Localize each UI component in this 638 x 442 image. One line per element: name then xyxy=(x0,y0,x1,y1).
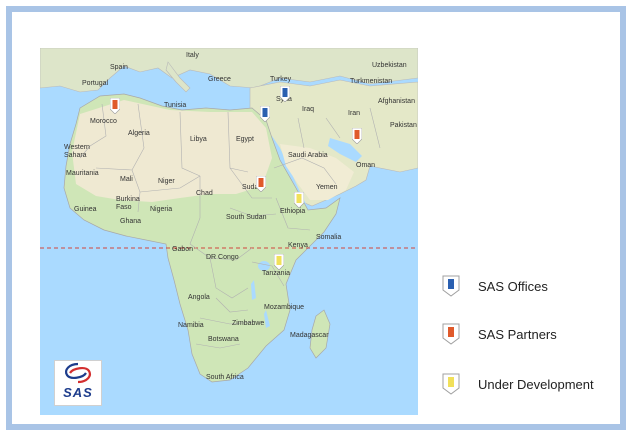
sas-logo: SAS xyxy=(54,360,102,406)
legend-label-partners: SAS Partners xyxy=(478,326,557,342)
partner-marker-morocco[interactable] xyxy=(110,98,120,114)
legend-item-offices: SAS Offices xyxy=(442,274,548,298)
africa-map[interactable]: Spain Italy Portugal Greece Turkey Uzbek… xyxy=(40,48,418,415)
partner-pin-icon xyxy=(442,323,460,345)
legend-label-development: Under Development xyxy=(478,376,594,392)
development-marker-tanzania[interactable] xyxy=(274,254,284,270)
development-pin-icon xyxy=(442,373,460,395)
partner-marker-uae[interactable] xyxy=(352,128,362,144)
legend-label-offices: SAS Offices xyxy=(478,278,548,294)
slide-frame: Spain Italy Portugal Greece Turkey Uzbek… xyxy=(6,6,626,430)
legend-item-partners: SAS Partners xyxy=(442,322,557,346)
development-marker-ethiopia[interactable] xyxy=(294,192,304,208)
map-legend: SAS Offices SAS Partners Under Developme… xyxy=(442,274,620,424)
sas-logo-text: SAS xyxy=(63,385,93,400)
legend-item-development: Under Development xyxy=(442,372,594,396)
office-pin-icon xyxy=(442,275,460,297)
office-marker-egypt[interactable] xyxy=(260,106,270,122)
office-marker-turkey[interactable] xyxy=(280,86,290,102)
sas-logo-swirl-icon xyxy=(65,362,91,384)
partner-marker-sudan[interactable] xyxy=(256,176,266,192)
